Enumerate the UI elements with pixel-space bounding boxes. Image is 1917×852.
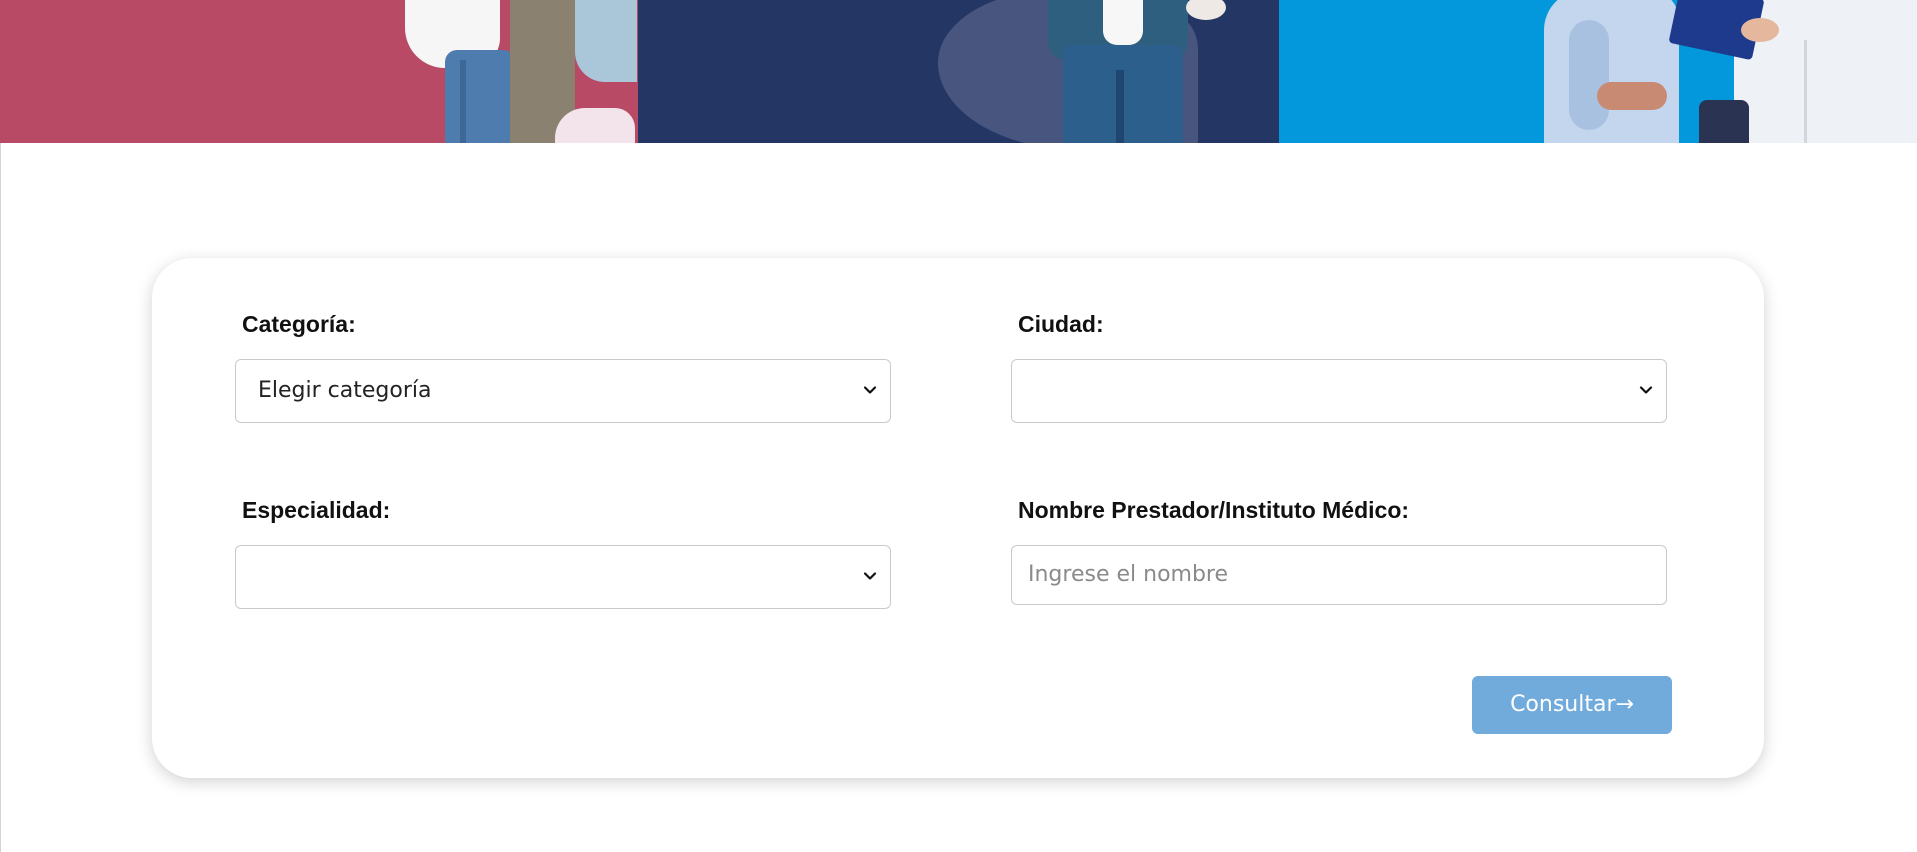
hero-banner — [0, 0, 1917, 143]
search-form-card: Categoría: Elegir categoría Ciudad: Espe… — [152, 258, 1764, 778]
page-left-border — [0, 143, 1, 852]
nombre-input-placeholder: Ingrese el nombre — [1028, 562, 1229, 587]
ciudad-label: Ciudad: — [1018, 311, 1104, 337]
nombre-input[interactable]: Ingrese el nombre — [1011, 545, 1667, 605]
especialidad-label: Especialidad: — [242, 497, 391, 523]
nombre-label: Nombre Prestador/Instituto Médico: — [1018, 497, 1410, 523]
consultar-button[interactable]: Consultar→ — [1472, 676, 1672, 734]
chevron-down-icon — [863, 386, 877, 394]
categoria-label: Categoría: — [242, 311, 356, 337]
banner-panel-family — [0, 0, 638, 143]
chevron-down-icon — [1639, 386, 1653, 394]
especialidad-select[interactable] — [235, 545, 891, 609]
banner-panel-person — [638, 0, 1279, 143]
chevron-down-icon — [863, 572, 877, 580]
banner-panel-doctor — [1279, 0, 1917, 143]
ciudad-select[interactable] — [1011, 359, 1667, 423]
categoria-selected-value: Elegir categoría — [258, 378, 432, 403]
categoria-select[interactable]: Elegir categoría — [235, 359, 891, 423]
